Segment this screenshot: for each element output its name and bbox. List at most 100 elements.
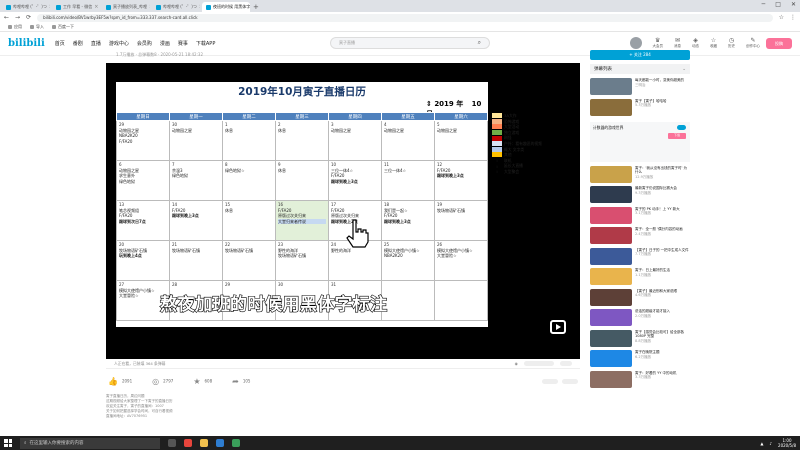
reco-title[interactable]: 寅子：日上最好的生活 [635,268,670,272]
forward-icon[interactable]: → [15,14,20,21]
reco-title[interactable]: 【寅子】最近别和大家说眼 [635,289,677,293]
browser-tab[interactable]: 哔哩哔哩 (゜-゜)つ× [2,2,50,12]
close-icon[interactable]: ✕ [791,1,796,8]
user-nav-item[interactable]: ◷ 历史 [728,37,735,49]
recommended-video[interactable]: 寅子【寅子】哈哈哈 5.3万播放 [590,98,690,118]
new-tab-icon[interactable]: + [253,2,259,12]
nav-link[interactable]: 赛事 [178,40,188,47]
close-tab-icon[interactable]: × [199,4,200,10]
reco-title[interactable]: 说话的超级才能才接入 [635,309,670,313]
user-nav-item[interactable]: ✉ 消息 [674,37,681,49]
reco-title[interactable]: 【寅子】日子的 一把中生成人文件 [635,248,689,252]
windows-start-icon[interactable] [4,439,12,447]
user-nav-item[interactable]: ◈ 动态 [692,37,699,49]
autoplay-toggle[interactable] [677,124,686,130]
reco-title[interactable]: 寅子：'我从没有出钱的寅子时' 为什么 [635,166,687,175]
nav-link[interactable]: 番剧 [73,40,83,47]
ad-download-button[interactable]: 下载 [668,132,686,139]
close-tab-icon[interactable]: × [94,4,98,10]
network-icon[interactable]: ▲ [760,441,763,446]
play-icon[interactable] [550,320,566,334]
user-nav-item[interactable]: ✎ 创作中心 [746,37,760,49]
app-icon[interactable] [216,439,224,447]
app-icon[interactable] [232,439,240,447]
recommended-video[interactable]: 寅子：日上最好的生活 1.1万播放 [590,268,690,287]
video-thumbnail[interactable] [590,247,632,265]
favorite-button[interactable]: ★ 608 [193,377,212,386]
clock[interactable]: 1:00 2020/5/8 [778,438,796,448]
user-nav-item[interactable]: ♛ 大会员 [653,37,664,49]
video-thumbnail[interactable] [590,329,632,347]
upload-button[interactable]: 投稿 [766,38,792,49]
ad-card[interactable]: 计数器的游戏世界 下载 [590,121,690,162]
reco-title[interactable]: 寅子【感觉会比较可】给全部各 1080P 完整 [635,330,684,339]
recommended-video[interactable]: 说话的超级才能才接入 2.0万播放 [590,309,690,328]
chrome-icon[interactable] [184,439,192,447]
user-nav-item[interactable]: ☆ 收藏 [710,37,717,49]
follow-button[interactable]: + 关注 284 [590,50,690,60]
reco-title[interactable]: 寅子的 PK 动手！上 YY 新大 [635,207,680,211]
avatar[interactable] [629,37,642,49]
video-thumbnail[interactable] [590,78,632,95]
url-input[interactable]: bilibili.com/video/BV1wrby3EF5w?spm_id_f… [37,13,773,22]
search-input[interactable]: 寅子直播 ⌕ [330,37,490,49]
recommended-video[interactable]: 每天都能一小时，变美你超美的 三明治 [590,78,690,97]
nav-link[interactable]: 会员购 [137,40,152,47]
video-thumbnail[interactable] [590,165,632,183]
share-button[interactable]: ➦ 105 [232,377,250,386]
reco-title[interactable]: 寅子：全一般 '偶分内容的动画 [635,227,683,231]
danmaku-toggle-icon[interactable]: ◉ [515,361,518,366]
star-icon[interactable]: ☆ [779,14,784,21]
recommended-video[interactable]: 寅子：全一般 '偶分内容的动画 2.4万播放 [590,227,690,246]
browser-tab[interactable]: 哔哩哔哩 (゜-゜)つ× [152,2,200,12]
video-thumbnail[interactable] [590,288,632,306]
video-thumbnail[interactable] [590,98,632,116]
like-button[interactable]: 👍 2091 [108,377,132,386]
danmaku-input[interactable] [524,361,554,366]
nav-link[interactable]: 直播 [91,40,101,47]
recommended-video[interactable]: 最新寅子仍说国际比赛大会 9.3万播放 [590,186,690,205]
taskbar-search-input[interactable]: ⌕ 在这里输入你要搜索的内容 [20,437,160,449]
reload-icon[interactable]: ⟳ [26,14,31,21]
video-thumbnail[interactable] [590,309,632,326]
video-thumbnail[interactable] [590,268,632,285]
search-icon[interactable]: ⌕ [478,39,481,47]
recommended-video[interactable]: 【寅子】日子的 一把中生成人文件 7.7万播放 [590,247,690,267]
menu-icon[interactable]: ⋮ [790,14,796,21]
report-button[interactable] [542,379,558,384]
browser-tab[interactable]: 工作 早看 - 微信 × [52,2,100,12]
video-thumbnail[interactable] [590,227,632,244]
nav-link[interactable]: 首页 [55,40,65,47]
folder-icon[interactable] [200,439,208,447]
coin-button[interactable]: ◎ 2797 [152,377,173,386]
browser-tab[interactable]: 寅子播放列表_哔哩× [102,2,150,12]
minimize-icon[interactable]: ─ [762,1,766,8]
reco-title[interactable]: 寅子【寅子】哈哈哈 [635,99,667,103]
recommended-video[interactable]: 【寅子】最近别和大家说眼 4.6万播放 [590,288,690,308]
close-tab-icon[interactable]: × [49,4,50,10]
nav-link[interactable]: 游戏中心 [109,40,129,47]
browser-tab[interactable]: 夜班的时候 用黑体字标注× [202,2,250,12]
reco-title[interactable]: 每天都能一小时，变美你超美的 [635,78,684,82]
back-icon[interactable]: ← [4,14,9,21]
video-thumbnail[interactable] [590,350,632,367]
maximize-icon[interactable]: □ [775,1,781,8]
reco-title[interactable]: 寅子：好看的 YY 中的动机 [635,371,677,375]
video-thumbnail[interactable] [590,206,632,224]
recommended-video[interactable]: 寅子：好看的 YY 中的动机 3.3万播放 [590,370,690,390]
video-thumbnail[interactable] [590,370,632,388]
reco-title[interactable]: 最新寅子仍说国际比赛大会 [635,186,677,190]
more-button[interactable] [562,379,578,384]
danmaku-list-header[interactable]: 弹幕列表 ⌄ [590,64,690,74]
recommended-video[interactable]: 寅子的 PK 动手！上 YY 新大 3.1万播放 [590,206,690,226]
bookmark-item[interactable]: 导入 [30,24,44,30]
reco-title[interactable]: 寅子在晚院主题 [635,350,660,354]
recommended-video[interactable]: 寅子在晚院主题 6.2万播放 [590,350,690,369]
recommended-video[interactable]: 寅子：'我从没有出钱的寅子时' 为什么 12.9万播放 [590,165,690,185]
volume-icon[interactable]: ♪ [769,441,772,446]
bilibili-logo[interactable]: bilibili [8,38,45,49]
taskview-icon[interactable] [168,439,176,447]
send-danmaku-button[interactable] [560,361,572,366]
video-thumbnail[interactable] [590,186,632,203]
bookmark-item[interactable]: 百度一下 [52,24,74,30]
